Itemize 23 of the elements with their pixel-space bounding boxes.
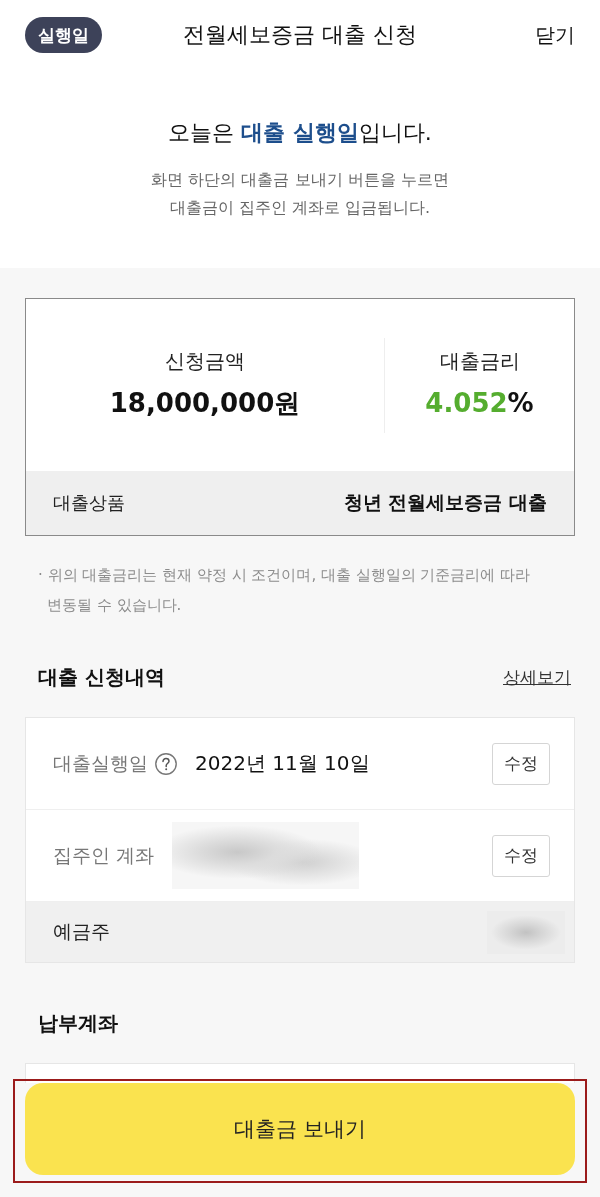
rate-label: 대출금리 — [439, 348, 520, 375]
headline: 오늘은 대출 실행일입니다. — [167, 119, 433, 147]
product-label: 대출상품 — [53, 491, 125, 515]
status-badge: 실행일 — [25, 17, 102, 53]
details-link[interactable]: 상세보기 — [503, 665, 571, 689]
rate-value: 4.052% — [425, 387, 534, 420]
page-title: 전월세보증금 대출 신청 — [183, 21, 417, 49]
row-label: 집주인 계좌 — [53, 842, 155, 868]
amount-value: 18,000,000원 — [109, 387, 301, 420]
edit-button[interactable]: 수정 — [492, 834, 550, 877]
row-label: 예금주 — [53, 919, 110, 944]
edit-button[interactable]: 수정 — [492, 742, 550, 785]
row-label: 대출실행일 — [53, 750, 148, 776]
product-name: 청년 전월세보증금 대출 — [343, 490, 547, 515]
section-title: 납부계좌 — [38, 1009, 118, 1037]
send-button[interactable]: 대출금 보내기 — [25, 1083, 575, 1175]
close-button[interactable]: 닫기 — [535, 21, 575, 49]
rate-note: · 위의 대출금리는 현재 약정 시 조건이며, 대출 실행일의 기준금리에 따라 변동될 수 있습니다. — [37, 565, 532, 616]
help-icon[interactable] — [155, 752, 177, 775]
row-value: 2022년 11월 10일 — [195, 750, 370, 777]
intro-description: 화면 하단의 대출금 보내기 버튼을 누르면 대출금이 집주인 계좌로 입금됩니다. — [150, 169, 450, 219]
amount-label: 신청금액 — [165, 348, 245, 375]
section-title: 대출 신청내역 — [38, 663, 165, 691]
